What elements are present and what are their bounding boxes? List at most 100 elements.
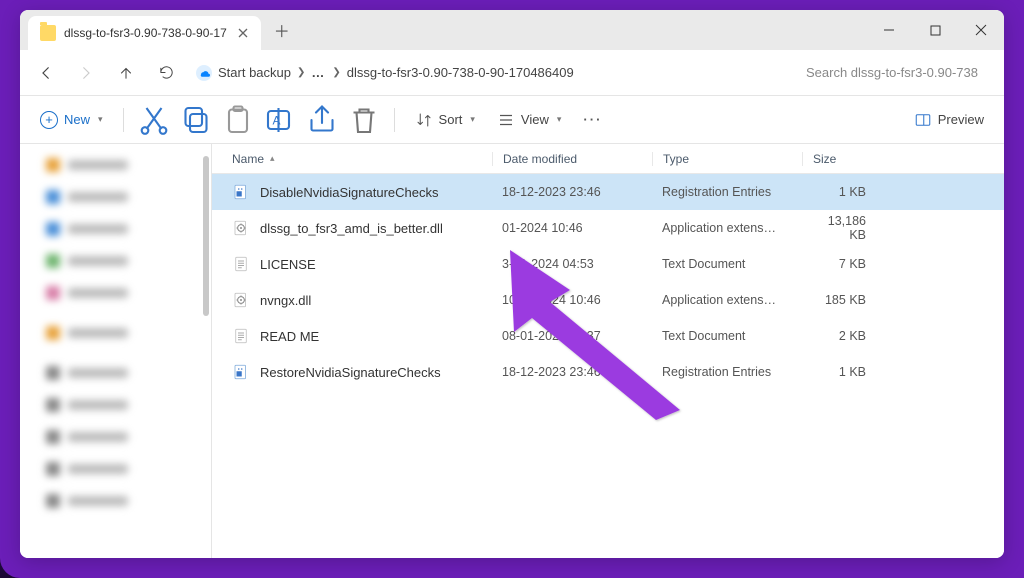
file-name: nvngx.dll — [260, 293, 311, 308]
nav-item[interactable] — [28, 248, 203, 274]
preview-label: Preview — [938, 112, 984, 127]
file-type: Registration Entries — [652, 185, 802, 199]
cut-button[interactable] — [136, 104, 172, 136]
plus-icon: + — [40, 111, 58, 129]
refresh-button[interactable] — [148, 55, 184, 91]
maximize-button[interactable] — [912, 10, 958, 50]
back-button[interactable] — [28, 55, 64, 91]
view-label: View — [521, 112, 549, 127]
file-row[interactable]: nvngx.dll 10-01-2024 10:46 Application e… — [212, 282, 1004, 318]
file-row[interactable]: READ ME 08-01-2024 04:37 Text Document 2… — [212, 318, 1004, 354]
close-tab-button[interactable] — [235, 25, 251, 41]
sort-icon — [415, 111, 433, 129]
chevron-down-icon: ▾ — [557, 114, 562, 125]
file-date: 08-01-2024 04:37 — [492, 329, 652, 343]
sort-label: Sort — [439, 112, 463, 127]
file-name: LICENSE — [260, 257, 316, 272]
folder-icon — [40, 25, 56, 41]
new-tab-button[interactable]: ＋ — [267, 15, 297, 45]
nav-item[interactable] — [28, 152, 203, 178]
file-type: Application extens… — [652, 293, 802, 307]
file-row[interactable]: dlssg_to_fsr3_amd_is_better.dll 01-2024 … — [212, 210, 1004, 246]
paste-button[interactable] — [220, 104, 256, 136]
reg-file-icon — [232, 183, 250, 201]
reg-file-icon — [232, 363, 250, 381]
txt-file-icon — [232, 327, 250, 345]
more-button[interactable]: ··· — [575, 104, 610, 136]
copy-button[interactable] — [178, 104, 214, 136]
file-date: 18-12-2023 23:46 — [492, 185, 652, 199]
onedrive-icon — [196, 65, 212, 81]
preview-pane-icon — [914, 111, 932, 129]
new-button[interactable]: + New ▾ — [32, 104, 111, 136]
up-button[interactable] — [108, 55, 144, 91]
file-row[interactable]: DisableNvidiaSignatureChecks 18-12-2023 … — [212, 174, 1004, 210]
new-label: New — [64, 112, 90, 127]
file-date: 10-01-2024 10:46 — [492, 293, 652, 307]
dll-file-icon — [232, 219, 250, 237]
preview-button[interactable]: Preview — [906, 104, 992, 136]
nav-item[interactable] — [28, 320, 203, 346]
nav-item[interactable] — [28, 488, 203, 514]
rename-button[interactable]: A — [262, 104, 298, 136]
file-size: 185 KB — [802, 293, 882, 307]
file-size: 1 KB — [802, 365, 882, 379]
file-explorer-window: dlssg-to-fsr3-0.90-738-0-90-17 ＋ Start b… — [20, 10, 1004, 558]
file-size: 2 KB — [802, 329, 882, 343]
sort-asc-icon: ▴ — [270, 153, 275, 164]
column-headers[interactable]: Name▴ Date modified Type Size — [212, 144, 1004, 174]
nav-item[interactable] — [28, 280, 203, 306]
file-list-area: Name▴ Date modified Type Size DisableNvi… — [212, 144, 1004, 558]
search-input[interactable]: Search dlssg-to-fsr3-0.90-738 — [796, 57, 996, 89]
file-size: 7 KB — [802, 257, 882, 271]
file-date: 01-2024 10:46 — [492, 221, 652, 235]
file-name: RestoreNvidiaSignatureChecks — [260, 365, 441, 380]
file-name: READ ME — [260, 329, 319, 344]
file-size: 13,186 KB — [802, 214, 882, 242]
txt-file-icon — [232, 255, 250, 273]
svg-text:A: A — [272, 113, 280, 127]
close-window-button[interactable] — [958, 10, 1004, 50]
delete-button[interactable] — [346, 104, 382, 136]
titlebar: dlssg-to-fsr3-0.90-738-0-90-17 ＋ — [20, 10, 1004, 50]
breadcrumb-backup[interactable]: Start backup — [218, 65, 291, 80]
minimize-button[interactable] — [866, 10, 912, 50]
file-name: DisableNvidiaSignatureChecks — [260, 185, 438, 200]
file-row[interactable]: LICENSE 3-01-2024 04:53 Text Document 7 … — [212, 246, 1004, 282]
breadcrumb[interactable]: Start backup ❯ … ❯ dlssg-to-fsr3-0.90-73… — [188, 57, 784, 89]
search-placeholder: Search dlssg-to-fsr3-0.90-738 — [806, 65, 978, 80]
nav-item[interactable] — [28, 184, 203, 210]
nav-item[interactable] — [28, 360, 203, 386]
nav-item[interactable] — [28, 456, 203, 482]
breadcrumb-more[interactable]: … — [311, 65, 326, 80]
column-date[interactable]: Date modified — [492, 152, 652, 166]
chevron-right-icon: ❯ — [332, 67, 340, 78]
file-type: Application extens… — [652, 221, 802, 235]
nav-item[interactable] — [28, 392, 203, 418]
breadcrumb-current[interactable]: dlssg-to-fsr3-0.90-738-0-90-170486409 — [347, 65, 574, 80]
share-button[interactable] — [304, 104, 340, 136]
toolbar: + New ▾ A Sort ▾ View ▾ ··· — [20, 96, 1004, 144]
view-button[interactable]: View ▾ — [489, 104, 569, 136]
chevron-down-icon: ▾ — [98, 114, 103, 125]
nav-item[interactable] — [28, 216, 203, 242]
file-name: dlssg_to_fsr3_amd_is_better.dll — [260, 221, 443, 236]
navigation-pane[interactable] — [20, 144, 212, 558]
forward-button[interactable] — [68, 55, 104, 91]
dll-file-icon — [232, 291, 250, 309]
chevron-down-icon: ▾ — [470, 114, 475, 125]
scrollbar-thumb[interactable] — [203, 156, 209, 316]
column-size[interactable]: Size — [802, 152, 882, 166]
column-name[interactable]: Name▴ — [232, 152, 492, 166]
file-date: 3-01-2024 04:53 — [492, 257, 652, 271]
window-tab[interactable]: dlssg-to-fsr3-0.90-738-0-90-17 — [28, 16, 261, 50]
file-row[interactable]: RestoreNvidiaSignatureChecks 18-12-2023 … — [212, 354, 1004, 390]
column-type[interactable]: Type — [652, 152, 802, 166]
sort-button[interactable]: Sort ▾ — [407, 104, 483, 136]
file-type: Text Document — [652, 257, 802, 271]
nav-item[interactable] — [28, 424, 203, 450]
view-icon — [497, 111, 515, 129]
file-type: Text Document — [652, 329, 802, 343]
file-date: 18-12-2023 23:46 — [492, 365, 652, 379]
chevron-right-icon: ❯ — [297, 67, 305, 78]
